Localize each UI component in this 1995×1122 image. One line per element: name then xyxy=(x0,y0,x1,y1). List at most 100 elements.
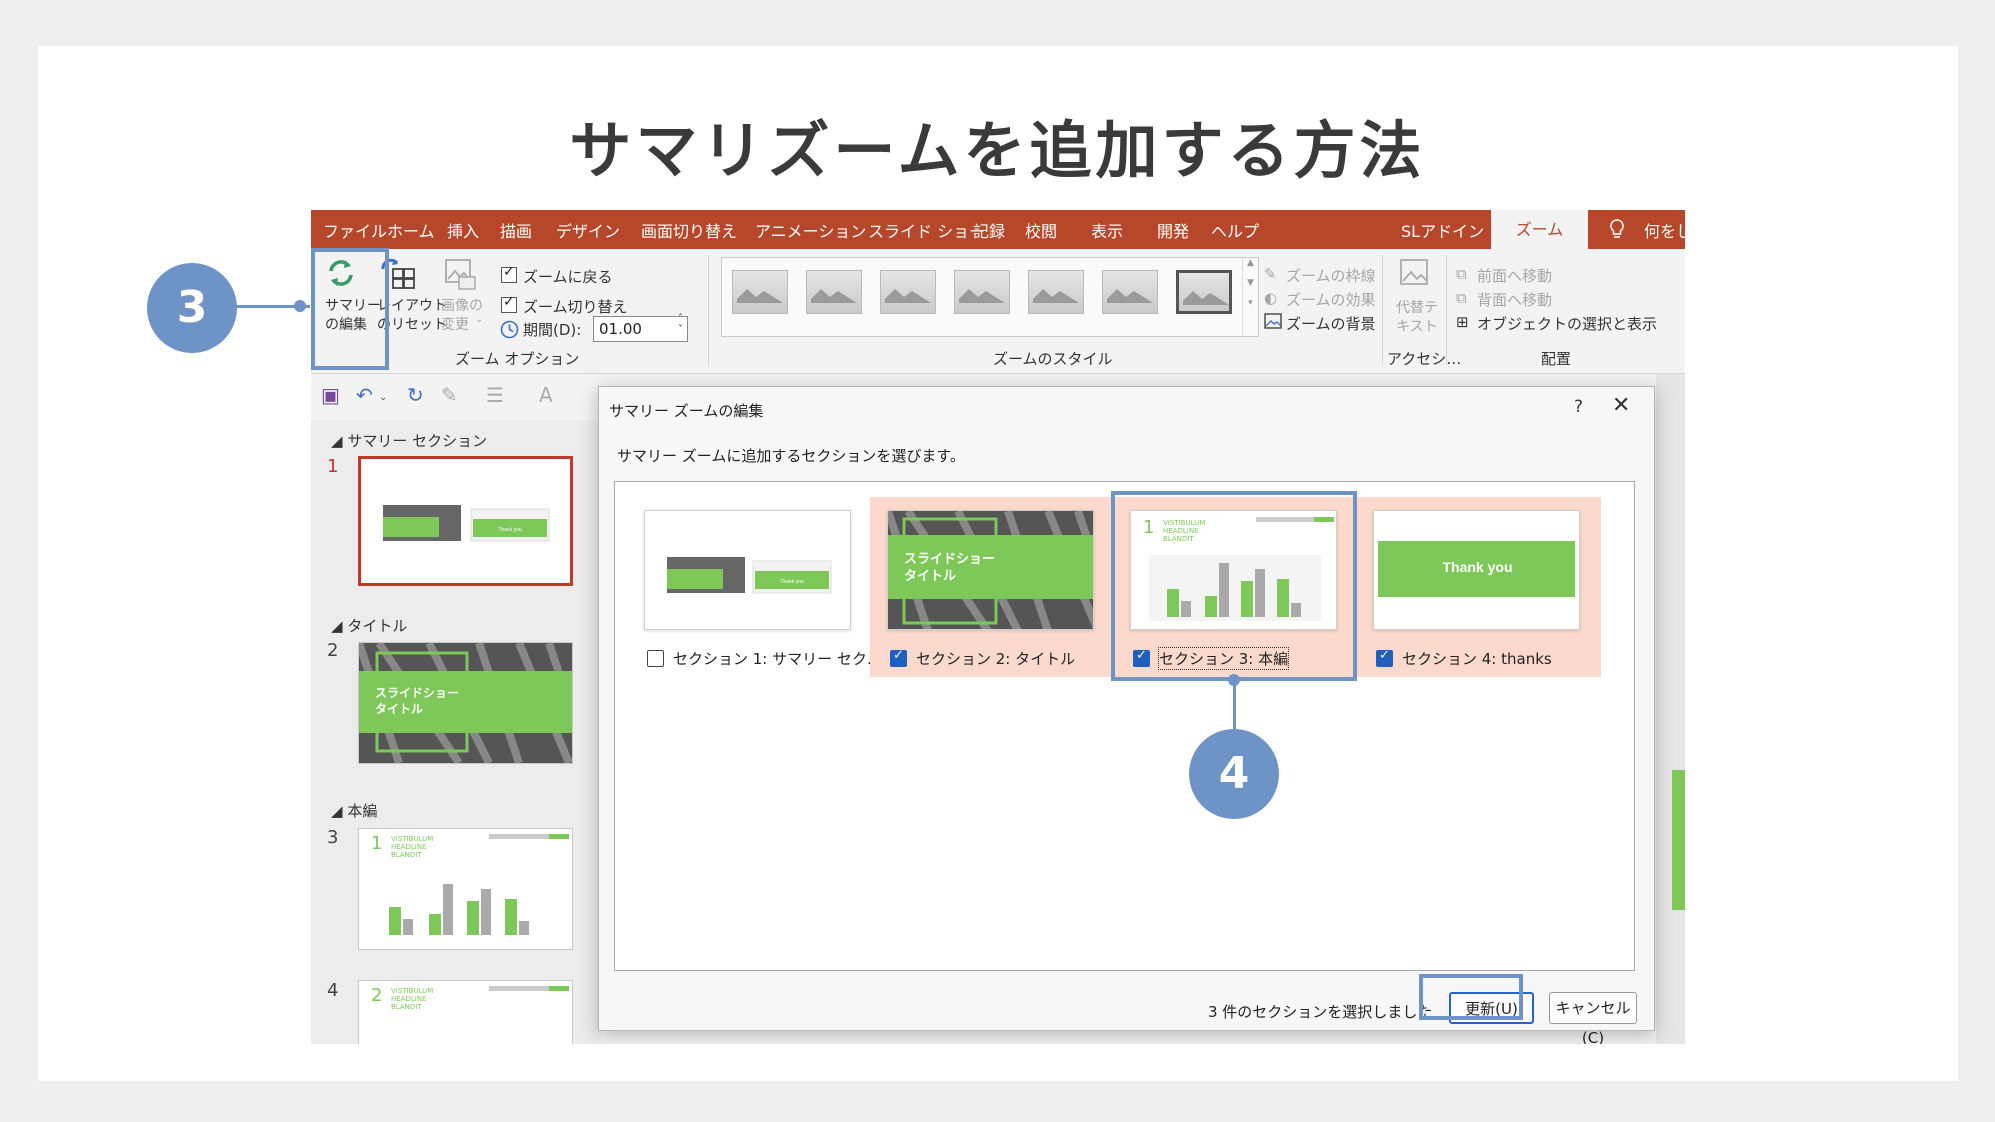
step-4-marker: 4 xyxy=(1189,729,1279,819)
section-item-1[interactable]: Thank you セクション 1: サマリー セク… xyxy=(627,497,882,677)
zoom-transition-checkbox[interactable] xyxy=(501,294,517,313)
zoom-style-thumb[interactable] xyxy=(732,270,788,314)
clock-icon xyxy=(500,320,519,339)
alt-text-icon xyxy=(1400,259,1428,285)
section-header-title[interactable]: ◢ タイトル xyxy=(331,615,407,636)
selection-pane-button[interactable]: オブジェクトの選択と表示 xyxy=(1477,313,1657,334)
period-label: 期間(D): xyxy=(523,321,582,339)
section-header-summary[interactable]: ◢ サマリー セクション xyxy=(331,430,487,451)
period-input[interactable]: 01.00 xyxy=(593,316,688,342)
quick-access-toolbar: ▣ ↶ ⌄ ↻ ✎ ☰ A xyxy=(311,374,601,420)
selection-pane-icon: ⊞ xyxy=(1456,313,1469,331)
zoom-style-thumb[interactable] xyxy=(1028,270,1084,314)
section-1-checkbox[interactable] xyxy=(647,650,664,667)
chevron-down-icon[interactable]: ⌄ xyxy=(379,392,387,403)
section-thumb-summary: Thank you xyxy=(644,510,851,630)
section-name: タイトル xyxy=(347,617,408,635)
gallery-scrollbar[interactable]: ▲ ▼ ▾ xyxy=(1242,258,1258,336)
zoom-style-thumb[interactable] xyxy=(1102,270,1158,314)
tab-review[interactable]: 校閲 xyxy=(1025,218,1057,242)
slide-number: 2 xyxy=(327,640,339,661)
svg-text:Thank you: Thank you xyxy=(498,527,522,533)
slide-thumb-content[interactable]: 1 VISTIBULUM HEADLINE BLANDIT xyxy=(358,828,573,950)
ribbon-separator xyxy=(708,255,709,365)
zoom-style-thumb-selected[interactable] xyxy=(1176,270,1232,314)
ribbon: サマリー の編集 レイアウト のリセット 画像の 変更 ⌄ ✓ ズームに戻る ✓… xyxy=(311,249,1685,374)
landscape-icon xyxy=(811,289,857,303)
slide-thumb-content-2[interactable]: 2 VISTIBULUM HEADLINE BLANDIT xyxy=(358,980,573,1044)
section-thumb-thanks: Thank you xyxy=(1373,510,1580,630)
tab-draw[interactable]: 描画 xyxy=(500,218,532,242)
slide-number: 1 xyxy=(327,456,339,477)
tab-zoom[interactable]: ズーム xyxy=(1491,210,1588,249)
slide-title-text: スライドショー タイトル xyxy=(904,552,996,584)
summary-slide-preview: Thank you xyxy=(383,505,550,542)
cancel-button[interactable]: キャンセル(C) xyxy=(1549,992,1637,1044)
section-item-4[interactable]: Thank you セクション 4: thanks xyxy=(1356,497,1601,677)
close-icon[interactable]: ✕ xyxy=(1612,393,1630,418)
section-header-main[interactable]: ◢ 本編 xyxy=(331,800,377,821)
zoom-style-thumb[interactable] xyxy=(954,270,1010,314)
zoom-return-label: ズームに戻る xyxy=(523,268,613,286)
editor-slide-edge xyxy=(1672,770,1685,910)
chevron-down-icon: ⌄ xyxy=(475,314,484,325)
tab-help[interactable]: ヘルプ xyxy=(1211,218,1259,242)
tab-design[interactable]: デザイン xyxy=(556,218,620,242)
zoom-return-checkbox[interactable] xyxy=(501,264,517,283)
section-2-label: セクション 2: タイトル xyxy=(916,650,1076,668)
alt-text-label-1[interactable]: 代替テ xyxy=(1396,297,1438,317)
help-button[interactable]: ? xyxy=(1574,397,1583,417)
change-image-button[interactable]: 画像の 変更 ⌄ xyxy=(439,253,484,341)
tab-insert[interactable]: 挿入 xyxy=(447,218,479,242)
landscape-icon xyxy=(737,289,783,303)
tab-home[interactable]: ホーム xyxy=(387,218,435,242)
bullets-icon[interactable]: ☰ xyxy=(486,383,504,407)
menu-bar: ファイル ホーム 挿入 描画 デザイン 画面切り替え アニメーション スライド … xyxy=(311,210,1685,249)
ribbon-separator xyxy=(1382,255,1383,365)
tab-transitions[interactable]: 画面切り替え xyxy=(641,218,737,242)
tab-file[interactable]: ファイル xyxy=(323,218,387,242)
spinner-arrows-icon[interactable]: ˄ ˅ xyxy=(678,313,683,335)
tab-sl-addin[interactable]: SLアドイン xyxy=(1401,218,1484,242)
change-image-icon xyxy=(445,259,476,290)
section-2-checkbox[interactable] xyxy=(890,648,907,667)
svg-text:Thank you: Thank you xyxy=(780,579,804,585)
zoom-style-gallery[interactable]: ▲ ▼ ▾ xyxy=(721,257,1259,337)
slide-thumbnail-panel: ◢ サマリー セクション 1 Thank you ◢ タイトル 2 スライドショ… xyxy=(311,420,601,1044)
tab-slideshow[interactable]: スライド ショー xyxy=(868,218,985,242)
bring-forward-button[interactable]: 前面へ移動 xyxy=(1477,265,1552,286)
step-4-connector-dot xyxy=(1228,674,1240,686)
slide-thumb-title[interactable]: スライドショー タイトル xyxy=(358,642,573,764)
group-zoom-styles-label: ズームのスタイル xyxy=(993,350,1113,368)
tab-view[interactable]: 表示 xyxy=(1091,218,1123,242)
slide-thumb-summary[interactable]: Thank you xyxy=(358,456,573,586)
tell-me-search[interactable]: 何をし xyxy=(1644,218,1685,242)
redo-icon[interactable]: ↻ xyxy=(407,383,424,407)
zoom-effect-button[interactable]: ズームの効果 xyxy=(1286,289,1376,310)
landscape-icon xyxy=(959,289,1005,303)
slide-number: 3 xyxy=(327,827,339,848)
tab-record[interactable]: 記録 xyxy=(973,218,1005,242)
send-backward-button[interactable]: 背面へ移動 xyxy=(1477,289,1552,310)
zoom-border-button[interactable]: ズームの枠線 xyxy=(1286,265,1376,286)
zoom-style-thumb[interactable] xyxy=(806,270,862,314)
selection-status: 3 件のセクションを選択しました xyxy=(1208,1003,1433,1021)
section-4-checkbox[interactable] xyxy=(1376,648,1393,667)
bar-chart-preview xyxy=(389,834,569,935)
effect-icon: ◐ xyxy=(1264,289,1278,307)
save-icon[interactable]: ▣ xyxy=(321,383,340,407)
format-painter-icon[interactable]: ✎ xyxy=(441,383,458,407)
undo-icon[interactable]: ↶ xyxy=(356,383,373,407)
tab-animations[interactable]: アニメーション xyxy=(755,218,866,242)
tab-developer[interactable]: 開発 xyxy=(1157,218,1189,242)
zoom-style-thumb[interactable] xyxy=(880,270,936,314)
slide-title-text: スライドショー タイトル xyxy=(375,686,460,716)
lightbulb-icon xyxy=(1610,219,1624,238)
change-image-label-1: 画像の xyxy=(441,298,483,314)
bring-forward-icon: ⧉ xyxy=(1456,265,1467,283)
zoom-background-button[interactable]: ズームの背景 xyxy=(1286,313,1376,334)
font-color-icon[interactable]: A xyxy=(539,383,553,407)
edit-summary-zoom-dialog: サマリー ズームの編集 ? ✕ サマリー ズームに追加するセクションを選びます。… xyxy=(598,386,1655,1044)
section-item-2[interactable]: スライドショータイトル セクション 2: タイトル xyxy=(870,497,1115,677)
alt-text-label-2[interactable]: キスト xyxy=(1396,316,1438,336)
